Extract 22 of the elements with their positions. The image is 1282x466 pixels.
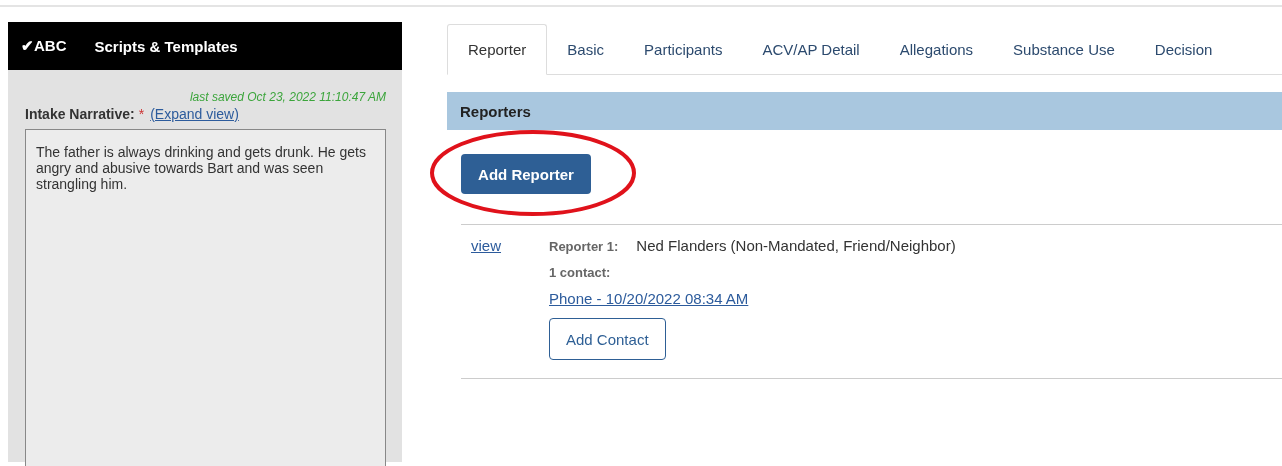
tab[interactable]: Allegations — [879, 24, 994, 74]
last-saved-text: last saved Oct 23, 2022 11:10:47 AM — [189, 90, 386, 104]
tab[interactable]: ACV/AP Detail — [742, 24, 880, 74]
contact-link[interactable]: Phone - 10/20/2022 08:34 AM — [549, 290, 749, 307]
expand-view-link[interactable]: (Expand view) — [150, 106, 239, 122]
tab[interactable]: Participants — [624, 24, 743, 74]
brand-label: ✔ABC — [21, 37, 67, 55]
contacts-label: 1 contact: — [549, 265, 611, 280]
reporter-name: Ned Flanders (Non-Mandated, Friend/Neighbor) — [636, 237, 956, 254]
add-contact-button[interactable]: Add Contact — [549, 318, 666, 360]
required-mark: * — [138, 106, 145, 122]
section-title: Reporters — [460, 102, 531, 120]
tab[interactable]: Basic — [547, 24, 625, 74]
narrative-label: Intake Narrative: — [25, 106, 135, 122]
tab[interactable]: Substance Use — [993, 24, 1135, 74]
view-link[interactable]: view — [471, 237, 549, 360]
add-reporter-button[interactable]: Add Reporter — [461, 154, 591, 194]
narrative-field[interactable]: The father is always drinking and gets drunk. He gets angry and abusive towards Bart and was seen strangling him. — [25, 129, 386, 466]
reporter-label: Reporter 1: — [549, 239, 619, 254]
tab[interactable]: Decision — [1134, 24, 1233, 74]
scripts-templates-link[interactable]: Scripts & Templates — [94, 37, 238, 55]
tab[interactable]: Reporter — [447, 24, 548, 75]
